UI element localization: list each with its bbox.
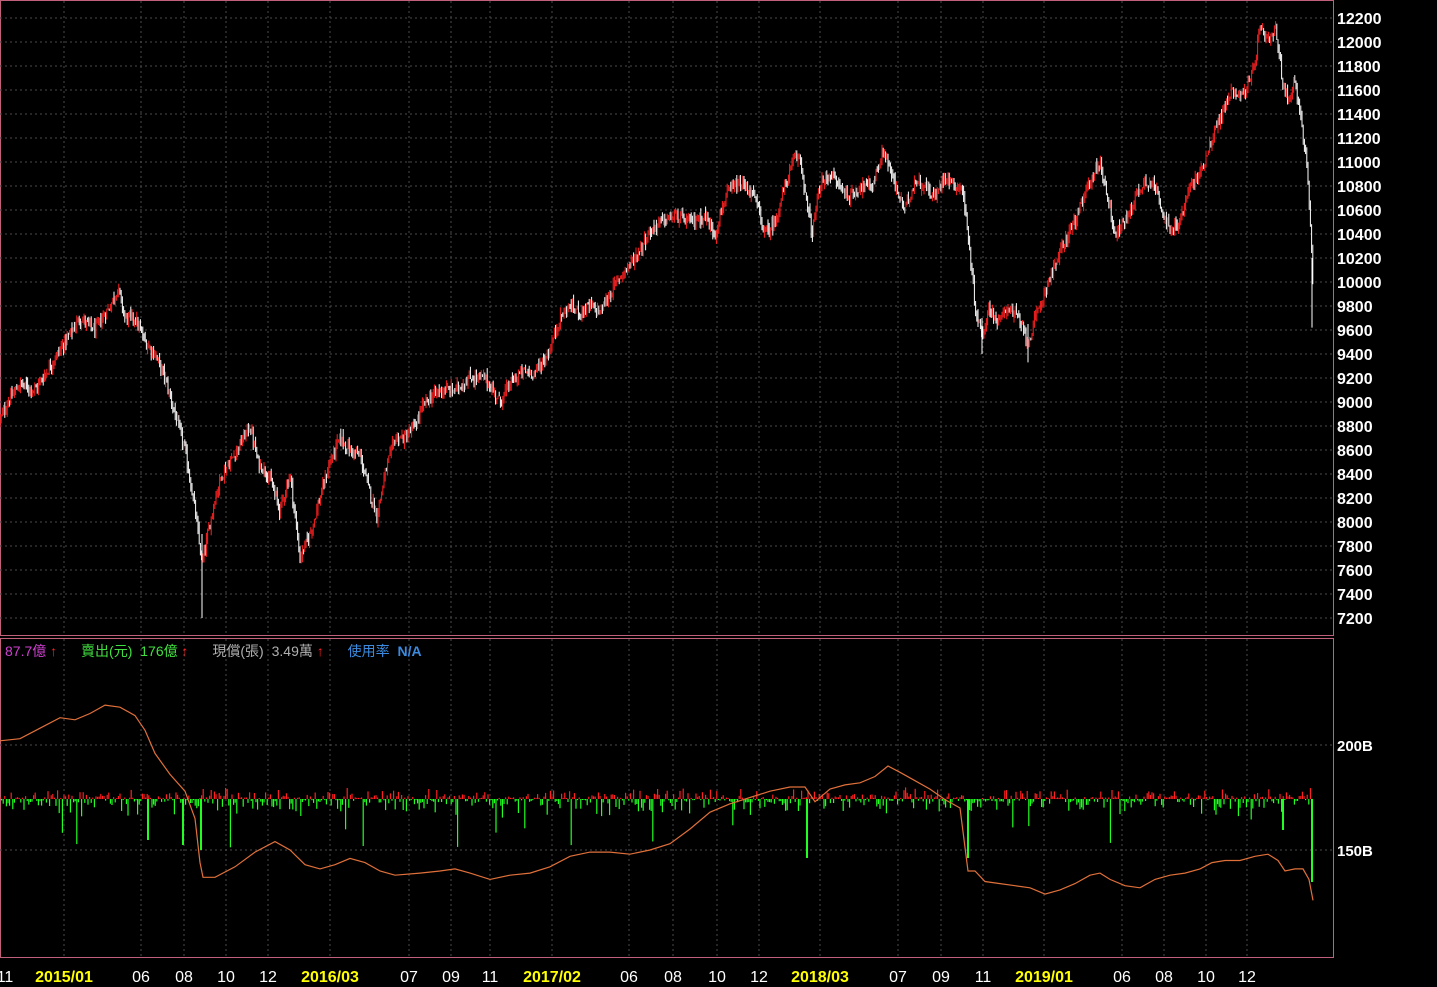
price-panel-border [0,0,1334,636]
legend-buy-arrow: ↑ [50,643,57,659]
price-tick-label: 10800 [1337,179,1382,196]
legend-sell-arrow: ↑ [182,643,189,659]
price-tick-label: 7800 [1337,539,1373,556]
price-tick-label: 9200 [1337,371,1373,388]
x-label-year: 2019/01 [1015,969,1073,986]
x-label-month: 08 [1155,969,1173,986]
price-tick-label: 8400 [1337,467,1373,484]
price-tick-label: 10400 [1337,227,1382,244]
price-tick-label: 8800 [1337,419,1373,436]
price-tick-label: 8600 [1337,443,1373,460]
price-tick-label: 10000 [1337,275,1382,292]
x-label-year: 2017/02 [523,969,581,986]
legend: 87.7億 ↑ 賣出(元) 176億 ↑ 現償(張) 3.49萬 ↑ 使用率 N… [5,643,422,659]
x-label-month: 08 [175,969,193,986]
x-label-year: 2015/01 [35,969,93,986]
price-tick-label: 8000 [1337,515,1373,532]
margin-panel: 200B 150B 87.7億 ↑ 賣出(元) 176億 ↑ 現償(張) 3.49… [0,638,1373,958]
legend-usage-label: 使用率 [348,643,390,659]
x-label-month: 07 [889,969,907,986]
x-label-month: 09 [442,969,460,986]
x-label-month: 11 [975,969,992,986]
x-label-month: 11 [482,969,499,986]
price-tick-label: 7400 [1337,587,1373,604]
x-label-month: 12 [750,969,768,986]
price-tick-label: 11400 [1337,107,1381,124]
price-tick-label: 8200 [1337,491,1373,508]
legend-repay-arrow: ↑ [317,643,324,659]
price-tick-label: 9400 [1337,347,1373,364]
price-tick-label: 11000 [1337,155,1381,172]
x-label-month: 08 [664,969,682,986]
x-label-month: 06 [620,969,638,986]
price-tick-label: 9800 [1337,299,1373,316]
time-axis: 11 2015/01 06 08 10 12 2016/03 07 09 11 2017/02 06 0… [0,969,1256,986]
price-tick-label: 10200 [1337,251,1382,268]
price-panel: 12200 12000 11800 11600 11400 11200 11000 10800… [0,0,1382,636]
x-label-month: 10 [708,969,726,986]
legend-usage-value: N/A [398,643,422,659]
candle-series [0,21,1314,618]
price-axis: 12200 12000 11800 11600 11400 11200 11000 10800… [1337,11,1382,628]
legend-sell-label: 賣出(元) [81,643,132,659]
price-tick-label: 10600 [1337,203,1382,220]
legend-repay-value: 3.49萬 [272,643,313,659]
price-grid [0,1,1333,635]
price-tick-label: 12000 [1337,35,1382,52]
x-label-month: 11 [0,969,13,986]
legend-sell-value: 176億 [140,643,177,659]
x-label-month: 10 [217,969,235,986]
margin-tick-label: 150B [1337,843,1373,860]
x-label-year: 2018/03 [791,969,849,986]
x-label-month: 12 [259,969,277,986]
price-tick-label: 11600 [1337,83,1381,100]
price-tick-label: 9000 [1337,395,1373,412]
price-tick-label: 12200 [1337,11,1382,28]
price-tick-label: 7200 [1337,611,1373,628]
x-label-month: 10 [1197,969,1215,986]
chart-canvas: 1220012000118001160011400112001100010800… [0,0,1382,986]
price-tick-label: 9600 [1337,323,1373,340]
price-tick-label: 11200 [1337,131,1381,148]
legend-repay-label: 現償(張) [212,643,263,659]
margin-axis: 200B 150B [1337,738,1373,860]
x-label-month: 06 [1113,969,1131,986]
x-label-month: 07 [400,969,418,986]
price-tick-label: 11800 [1337,59,1381,76]
legend-buy-value: 87.7億 [5,643,46,659]
x-label-year: 2016/03 [301,969,359,986]
x-label-month: 06 [132,969,150,986]
margin-tick-label: 200B [1337,738,1373,755]
x-label-month: 12 [1238,969,1256,986]
price-tick-label: 7600 [1337,563,1373,580]
x-label-month: 09 [932,969,950,986]
